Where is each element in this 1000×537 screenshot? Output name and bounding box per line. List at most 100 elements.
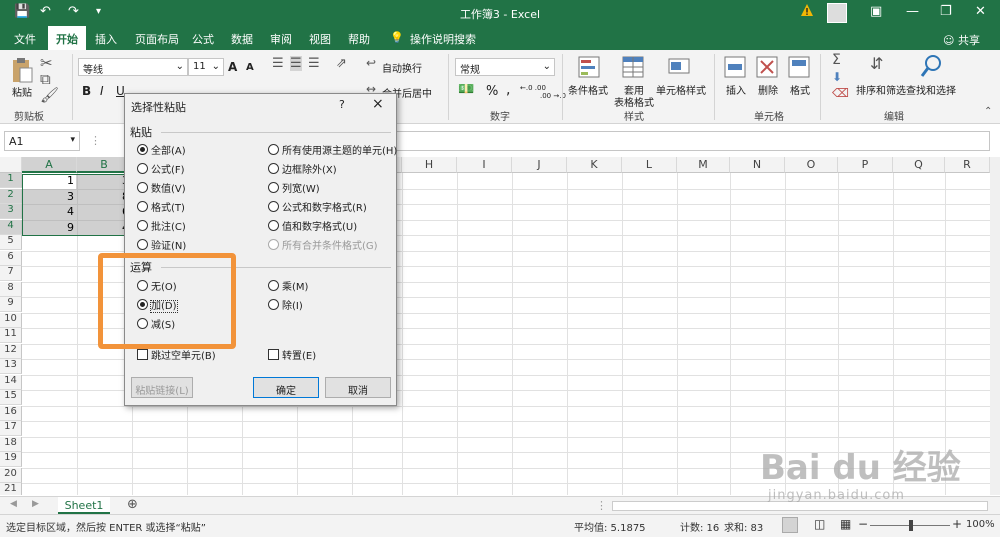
operation-multiply[interactable]: 乘(M) [268, 278, 308, 294]
conditional-format-button[interactable]: 条件格式 [568, 82, 608, 97]
number-format-select[interactable]: 常规 ⌄ [455, 58, 555, 76]
tab-view[interactable]: 视图 [309, 31, 331, 47]
italic-button[interactable]: I [100, 84, 104, 98]
column-header-r[interactable]: R [945, 157, 990, 173]
table-format-label-2[interactable]: 表格格式 [614, 94, 654, 109]
tab-insert[interactable]: 插入 [95, 31, 117, 47]
minimize-icon[interactable]: — [906, 4, 919, 19]
insert-cells-button[interactable]: 插入 [726, 82, 746, 97]
zoom-out-icon[interactable]: − [858, 517, 868, 531]
scroll-left-icon[interactable]: ◀ [10, 499, 17, 509]
shrink-font-button[interactable]: A [246, 62, 254, 73]
tab-data[interactable]: 数据 [231, 31, 253, 47]
sort-filter-icon[interactable]: ⇵ [870, 54, 883, 73]
row-header-10[interactable]: 10 [0, 312, 22, 328]
row-header-7[interactable]: 7 [0, 266, 22, 281]
tab-formulas[interactable]: 公式 [192, 31, 214, 47]
column-header-i[interactable]: I [457, 157, 512, 173]
tell-me-search[interactable]: 操作说明搜索 [410, 31, 476, 47]
column-header-n[interactable]: N [730, 157, 785, 173]
column-header-a[interactable]: A [22, 157, 77, 173]
share-button[interactable]: ☺ 共享 [943, 32, 980, 48]
row-header-14[interactable]: 14 [0, 374, 22, 390]
find-select-button[interactable]: 查找和选择 [906, 82, 956, 97]
percent-button[interactable]: % [486, 84, 498, 99]
paste-icon[interactable] [10, 56, 34, 84]
row-header-18[interactable]: 18 [0, 436, 22, 452]
row-header-21[interactable]: 21 [0, 483, 22, 495]
row-header-4[interactable]: 4 [0, 219, 22, 235]
zoom-slider-thumb[interactable] [909, 520, 913, 531]
clear-icon[interactable]: ⌫ [832, 86, 849, 100]
name-box[interactable]: A1 ▾ [4, 131, 80, 151]
insert-cells-icon[interactable] [724, 56, 746, 78]
row-header-5[interactable]: 5 [0, 235, 22, 250]
add-sheet-icon[interactable]: ⊕ [127, 497, 138, 512]
close-icon[interactable]: ✕ [975, 4, 986, 19]
normal-view-icon[interactable] [782, 517, 798, 533]
avatar[interactable] [827, 3, 847, 23]
column-header-j[interactable]: J [512, 157, 567, 173]
tab-help[interactable]: 帮助 [348, 31, 370, 47]
sheet-tab-sheet1[interactable]: Sheet1 [58, 497, 110, 514]
paste-option-source-theme[interactable]: 所有使用源主题的单元(H) [268, 142, 397, 158]
row-header-17[interactable]: 17 [0, 421, 22, 436]
currency-icon[interactable]: 💵 [458, 82, 474, 97]
font-size-select[interactable]: 11 ⌄ [188, 58, 224, 76]
warning-icon[interactable] [800, 3, 814, 17]
skip-blanks-checkbox[interactable]: 跳过空单元(B) [137, 347, 216, 363]
restore-icon[interactable]: ❐ [940, 4, 952, 19]
paste-option-column-widths[interactable]: 列宽(W) [268, 180, 320, 196]
cell-a3[interactable]: 4 [22, 205, 77, 220]
row-header-1[interactable]: 1 [0, 173, 22, 188]
tab-home[interactable]: 开始 [48, 26, 86, 50]
find-select-icon[interactable] [920, 54, 942, 78]
autosum-icon[interactable]: Σ [832, 52, 841, 68]
row-header-13[interactable]: 13 [0, 359, 22, 374]
paste-option-validation[interactable]: 验证(N) [137, 237, 186, 253]
help-button[interactable]: ? [339, 98, 345, 111]
delete-cells-button[interactable]: 删除 [758, 82, 778, 97]
paste-button[interactable]: 粘贴 [12, 84, 32, 99]
column-header-l[interactable]: L [622, 157, 677, 173]
cancel-button[interactable]: 取消 [325, 377, 391, 398]
column-header-m[interactable]: M [677, 157, 730, 173]
zoom-level[interactable]: 100% [966, 519, 995, 530]
scroll-right-icon[interactable]: ▶ [32, 499, 39, 509]
row-header-8[interactable]: 8 [0, 281, 22, 297]
conditional-format-icon[interactable] [578, 56, 600, 78]
ribbon-display-icon[interactable]: ▣ [870, 4, 882, 19]
paste-option-values[interactable]: 数值(V) [137, 180, 186, 196]
wrap-text-button[interactable]: 自动换行 [382, 60, 422, 75]
row-header-16[interactable]: 16 [0, 405, 22, 421]
cell-a2[interactable]: 3 [22, 190, 77, 205]
format-painter-icon[interactable]: 🖌 [40, 86, 59, 104]
align-top-icon[interactable]: ☰ [272, 56, 284, 71]
row-header-15[interactable]: 15 [0, 390, 22, 405]
paste-option-formats[interactable]: 格式(T) [137, 199, 185, 215]
paste-option-all[interactable]: 全部(A) [137, 142, 186, 158]
table-format-icon[interactable] [622, 56, 644, 78]
column-header-h[interactable]: H [402, 157, 457, 173]
paste-option-formulas-number-formats[interactable]: 公式和数字格式(R) [268, 199, 367, 215]
row-header-12[interactable]: 12 [0, 343, 22, 359]
tab-page-layout[interactable]: 页面布局 [135, 31, 179, 47]
cell-a1[interactable]: 1 [22, 174, 77, 189]
dialog-close-button[interactable]: × [372, 96, 384, 112]
zoom-in-icon[interactable]: + [952, 517, 962, 531]
page-layout-view-icon[interactable]: ◫ [814, 517, 825, 531]
tab-review[interactable]: 审阅 [270, 31, 292, 47]
row-header-2[interactable]: 2 [0, 188, 22, 204]
operation-divide[interactable]: 除(I) [268, 297, 303, 313]
align-middle-icon[interactable]: ☰ [290, 56, 302, 71]
font-name-select[interactable]: 等线 ⌄ [78, 58, 188, 76]
select-all-corner[interactable] [0, 157, 22, 173]
grow-font-button[interactable]: A [228, 60, 237, 74]
cell-styles-button[interactable]: 单元格样式 [656, 82, 706, 97]
page-break-view-icon[interactable]: ▦ [840, 517, 851, 531]
tab-file[interactable]: 文件 [14, 31, 36, 47]
ok-button[interactable]: 确定 [253, 377, 319, 398]
format-cells-button[interactable]: 格式 [790, 82, 810, 97]
cell-styles-icon[interactable] [668, 56, 690, 78]
row-header-6[interactable]: 6 [0, 250, 22, 266]
